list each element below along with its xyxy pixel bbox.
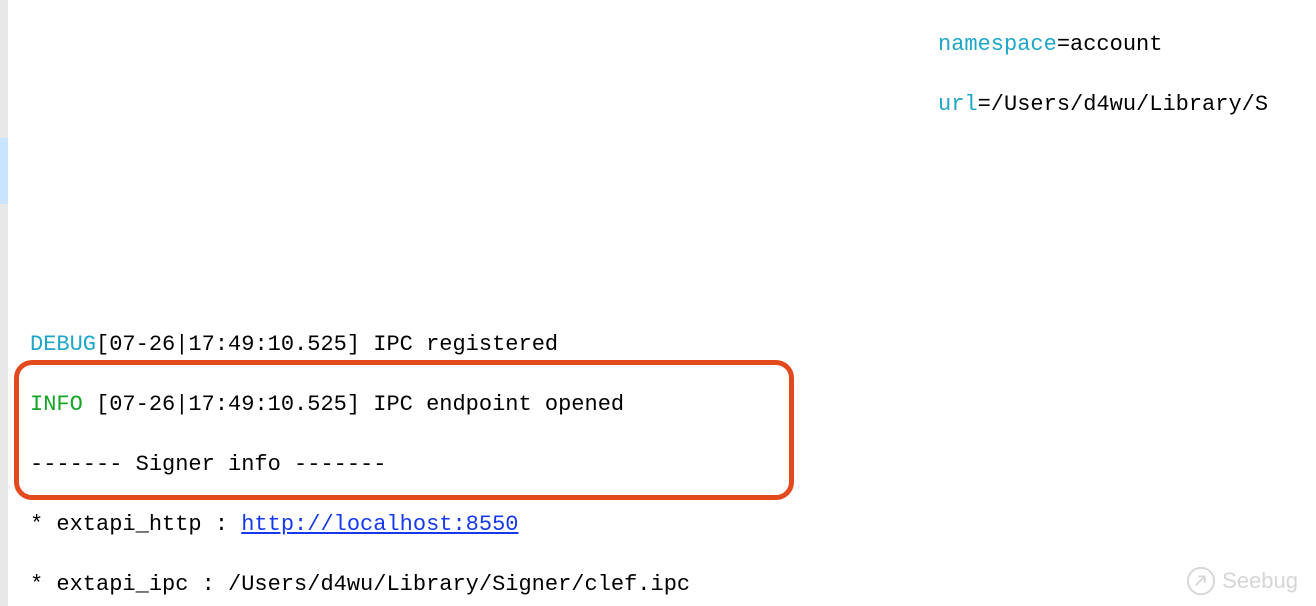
signer-header: ------- Signer info ------- xyxy=(30,450,1316,480)
log-line: DEBUG[07-26|17:49:10.525] IPC registered xyxy=(30,330,1316,360)
log-line: INFO [07-26|17:49:10.525] IPC endpoint o… xyxy=(30,390,1316,420)
log-level-debug: DEBUG xyxy=(30,332,96,357)
signer-extapi-ipc: * extapi_ipc : /Users/d4wu/Library/Signe… xyxy=(30,570,1316,600)
kv-key: url xyxy=(938,92,978,117)
log-level-info: INFO xyxy=(30,392,96,417)
extapi-http-link[interactable]: http://localhost:8550 xyxy=(241,512,518,537)
editor-gutter xyxy=(0,0,8,606)
gutter-highlight xyxy=(0,138,8,204)
kv-val: =account xyxy=(1057,32,1163,57)
signer-extapi-http: * extapi_http : http://localhost:8550 xyxy=(30,510,1316,540)
kv-key: namespace xyxy=(938,32,1057,57)
log-kv-column: namespace=account url=/Users/d4wu/Librar… xyxy=(938,0,1268,150)
kv-val: =/Users/d4wu/Library/S xyxy=(978,92,1268,117)
